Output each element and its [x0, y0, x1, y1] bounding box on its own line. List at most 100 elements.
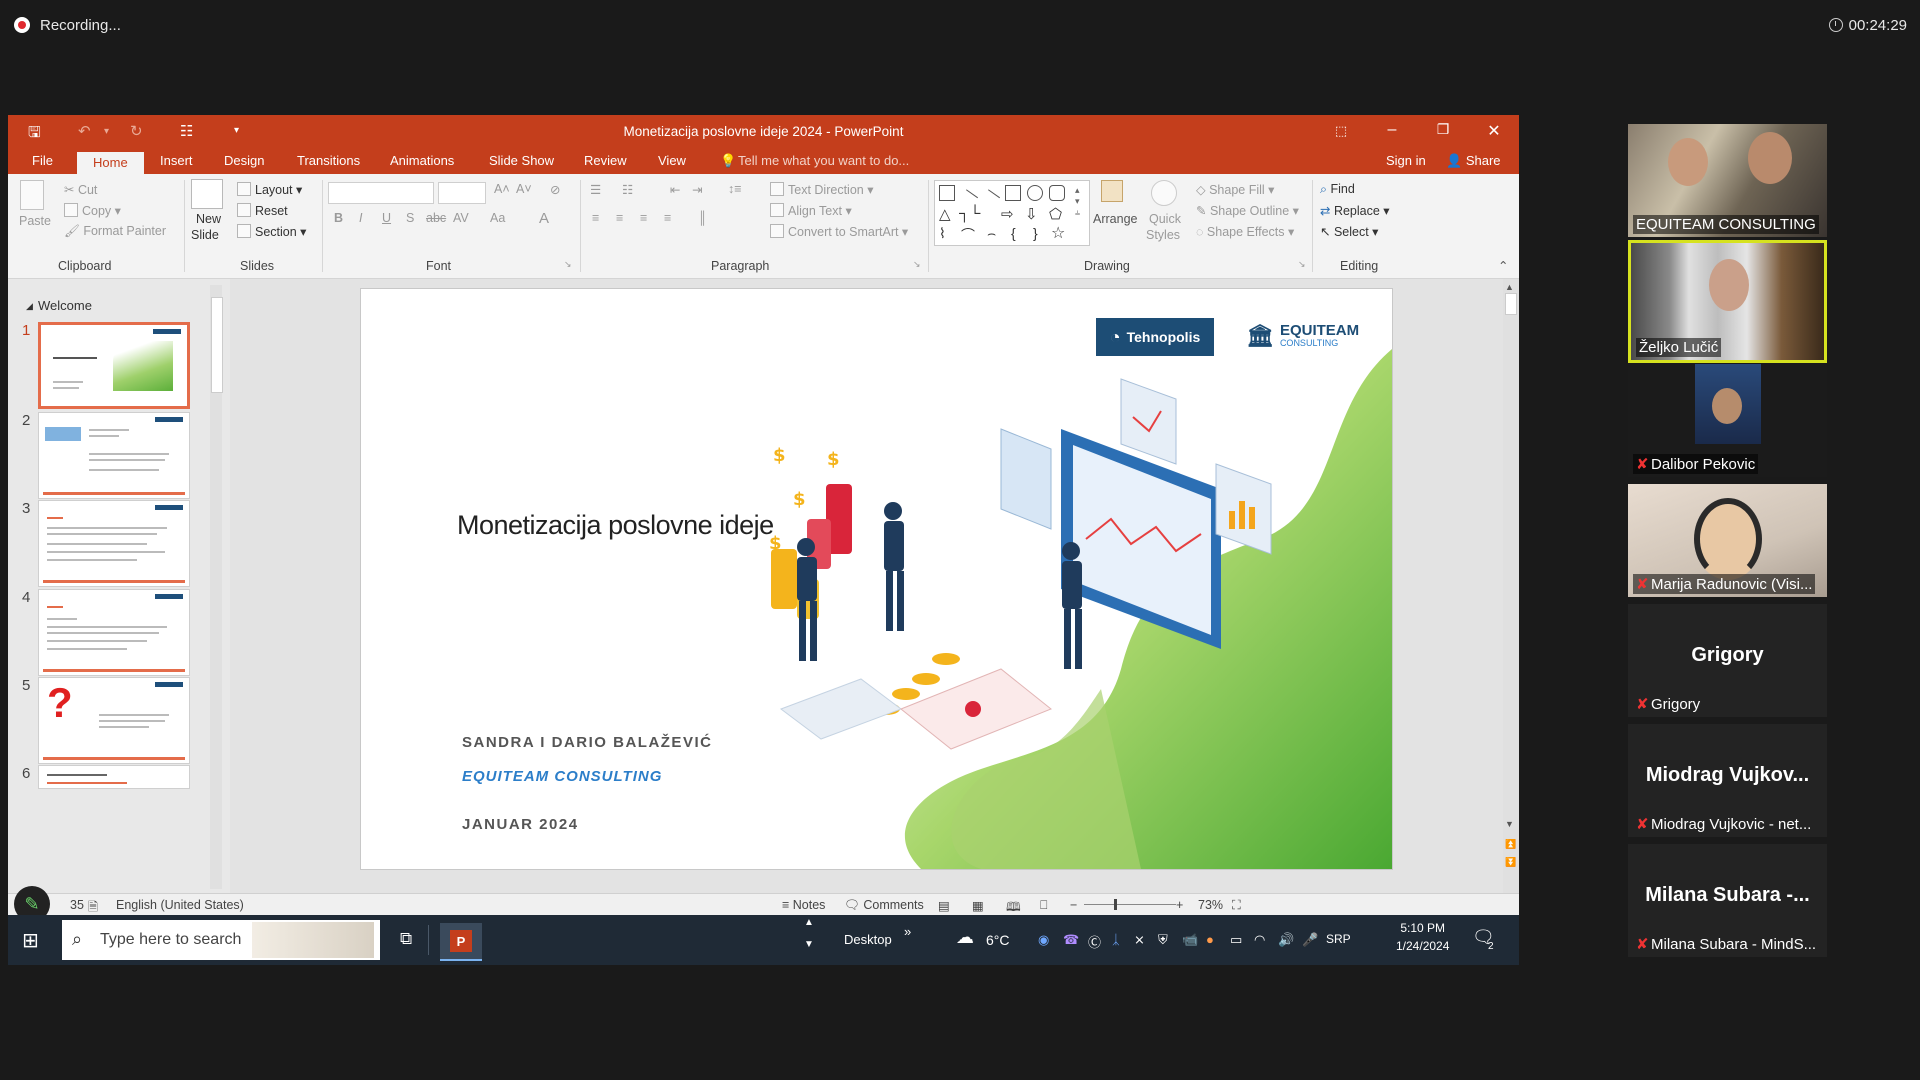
paste-button[interactable]: Paste — [19, 214, 51, 228]
font-color-icon[interactable]: A — [539, 210, 549, 227]
arrange-icon[interactable] — [1101, 180, 1123, 202]
text-shadow-button[interactable]: S — [406, 211, 414, 225]
font-name-input[interactable] — [328, 182, 434, 204]
freeform-shape-icon[interactable]: ⌇ — [939, 225, 946, 242]
font-dialog-launcher-icon[interactable]: ↘ — [564, 259, 572, 270]
zoom-slider[interactable] — [1084, 904, 1176, 905]
participant-tile-4[interactable]: ✘ Marija Radunovic (Visi... — [1628, 484, 1827, 597]
select-button[interactable]: ↖ Select ▾ — [1320, 224, 1378, 239]
strikethrough-button[interactable]: abc — [426, 211, 446, 225]
slide-thumbnail-4[interactable] — [38, 589, 190, 676]
tray-scroll-icon[interactable]: ▲ ▼ — [804, 917, 814, 950]
recording-indicator[interactable]: Recording... — [14, 11, 121, 39]
participant-tile-5[interactable]: Grigory ✘ Grigory — [1628, 604, 1827, 717]
fit-to-window-icon[interactable]: ⛶ — [1232, 898, 1241, 913]
layout-button[interactable]: Layout ▾ — [237, 182, 302, 197]
editor-scrollbar[interactable]: ▲ ▼ ⏫ ⏬ — [1503, 279, 1519, 893]
bullets-icon[interactable]: ☰ — [590, 182, 601, 197]
slide-title[interactable]: Monetizacija poslovne ideje — [457, 510, 774, 541]
tab-view[interactable]: View — [658, 153, 686, 168]
task-view-icon[interactable]: ⧉ — [400, 929, 412, 949]
participant-tile-2[interactable]: Željko Lučić — [1628, 240, 1827, 363]
share-button[interactable]: 👤 Share — [1446, 153, 1501, 169]
windows-start-icon[interactable]: ⊞ — [22, 928, 39, 953]
participant-tile-6[interactable]: Miodrag Vujkov... ✘ Miodrag Vujkovic - ne… — [1628, 724, 1827, 837]
notes-button[interactable]: ≡ Notes — [782, 898, 825, 912]
scrollbar-thumb[interactable] — [211, 297, 223, 393]
network-offline-icon[interactable]: ⨯ — [1134, 932, 1145, 948]
align-center-icon[interactable]: ≡ — [616, 211, 623, 225]
previous-slide-icon[interactable]: ⏫ — [1505, 839, 1516, 850]
format-painter-button[interactable]: 🖌 Format Painter — [64, 224, 166, 239]
participant-tile-1[interactable]: EQUITEAM CONSULTING — [1628, 124, 1827, 237]
editor-scroll-thumb[interactable] — [1505, 293, 1517, 315]
numbering-icon[interactable]: ☷ — [622, 182, 633, 197]
bluetooth-icon[interactable]: ᛣ — [1112, 932, 1120, 947]
find-button[interactable]: ⌕ Find — [1320, 182, 1355, 197]
tab-animations[interactable]: Animations — [390, 153, 454, 168]
columns-icon[interactable]: ║ — [698, 211, 707, 225]
slide-thumbnail-2[interactable] — [38, 412, 190, 499]
normal-view-icon[interactable]: ▤ — [938, 898, 950, 913]
align-right-icon[interactable]: ≡ — [640, 211, 647, 225]
paste-icon[interactable] — [20, 180, 44, 210]
slide-authors[interactable]: SANDRA I DARIO BALAŽEVIĆ — [462, 734, 712, 751]
left-brace-shape-icon[interactable]: { — [1011, 225, 1016, 241]
tab-design[interactable]: Design — [224, 153, 264, 168]
shape-fill-button[interactable]: ◇ Shape Fill ▾ — [1196, 182, 1274, 197]
arrow-line-shape-icon[interactable] — [979, 189, 1001, 210]
new-slide-icon[interactable] — [191, 179, 223, 209]
shapes-gallery[interactable]: △ ┐└ ⇨ ⇩ ⬠ ⌇ ⌒ ⌢ { } ☆ ▴ ▾ ⫨ — [934, 180, 1090, 246]
grow-font-icon[interactable]: A˄ — [494, 182, 510, 196]
replace-button[interactable]: ⇄ Replace ▾ — [1320, 203, 1390, 218]
rounded-rectangle-shape-icon[interactable] — [1049, 185, 1065, 201]
shrink-font-icon[interactable]: A˅ — [516, 182, 532, 196]
weather-temp[interactable]: 6°C — [986, 932, 1010, 948]
zoom-slider-handle[interactable] — [1114, 899, 1117, 910]
line-spacing-icon[interactable]: ↕≡ — [728, 182, 742, 196]
slide-canvas[interactable]: $ $ $ $ ◔ Tehnopolis 🏛 EQUITEAM CONSULTI… — [360, 288, 1393, 870]
zoom-out-icon[interactable]: − — [1070, 898, 1077, 912]
tab-home[interactable]: Home — [77, 152, 144, 174]
tab-slide-show[interactable]: Slide Show — [489, 153, 554, 168]
taskbar-search[interactable]: ⌕ Type here to search — [62, 920, 380, 960]
comments-button[interactable]: 🗨 Comments — [844, 898, 924, 913]
viber-tray-icon[interactable]: ☎ — [1063, 932, 1079, 948]
reset-button[interactable]: Reset — [237, 203, 288, 218]
ccleaner-tray-icon[interactable]: Ⓒ — [1088, 932, 1101, 951]
meet-now-icon[interactable]: 📹 — [1182, 932, 1198, 948]
tab-insert[interactable]: Insert — [160, 153, 193, 168]
slide-sorter-icon[interactable]: ▦ — [972, 898, 984, 913]
section-button[interactable]: Section ▾ — [237, 224, 306, 239]
copy-button[interactable]: Copy ▾ — [64, 203, 121, 218]
font-size-input[interactable] — [438, 182, 486, 204]
align-text-button[interactable]: Align Text ▾ — [770, 203, 852, 218]
star-shape-icon[interactable]: ☆ — [1051, 223, 1065, 243]
down-arrow-shape-icon[interactable]: ⇩ — [1025, 205, 1038, 223]
rectangle-shape-icon[interactable] — [1005, 185, 1021, 201]
thumbnails-scrollbar[interactable] — [210, 285, 223, 889]
next-slide-icon[interactable]: ⏬ — [1505, 857, 1516, 868]
slideshow-view-icon[interactable]: ⎕ — [1040, 898, 1048, 913]
tell-me-box[interactable]: Tell me what you want to do... — [738, 153, 909, 168]
drawing-dialog-launcher-icon[interactable]: ↘ — [1298, 259, 1306, 270]
triangle-shape-icon[interactable]: △ — [939, 205, 951, 223]
new-slide-button-line2[interactable]: Slide — [191, 228, 219, 242]
collapse-ribbon-icon[interactable]: ⌃ — [1498, 258, 1508, 273]
text-direction-button[interactable]: Text Direction ▾ — [770, 182, 873, 197]
bold-button[interactable]: B — [334, 211, 343, 225]
powerpoint-taskbar-button[interactable]: P — [440, 923, 482, 961]
right-arrow-shape-icon[interactable]: ⇨ — [1001, 205, 1014, 223]
input-language[interactable]: SRP — [1326, 932, 1351, 946]
slide-company[interactable]: EQUITEAM CONSULTING — [462, 768, 662, 785]
quick-styles-button-line2[interactable]: Styles — [1146, 228, 1180, 242]
scroll-up-icon[interactable]: ▲ — [1505, 282, 1514, 292]
battery-icon[interactable]: ▭ — [1230, 932, 1242, 948]
zoom-level[interactable]: 73% — [1198, 898, 1223, 912]
shape-effects-button[interactable]: ◌ Shape Effects ▾ — [1196, 224, 1294, 239]
oval-shape-icon[interactable] — [1027, 185, 1043, 201]
chevron-icon[interactable]: » — [904, 924, 911, 939]
language-indicator[interactable]: English (United States) — [116, 898, 244, 912]
increase-indent-icon[interactable]: ⇥ — [692, 182, 702, 197]
change-case-button[interactable]: Aa — [490, 211, 505, 225]
